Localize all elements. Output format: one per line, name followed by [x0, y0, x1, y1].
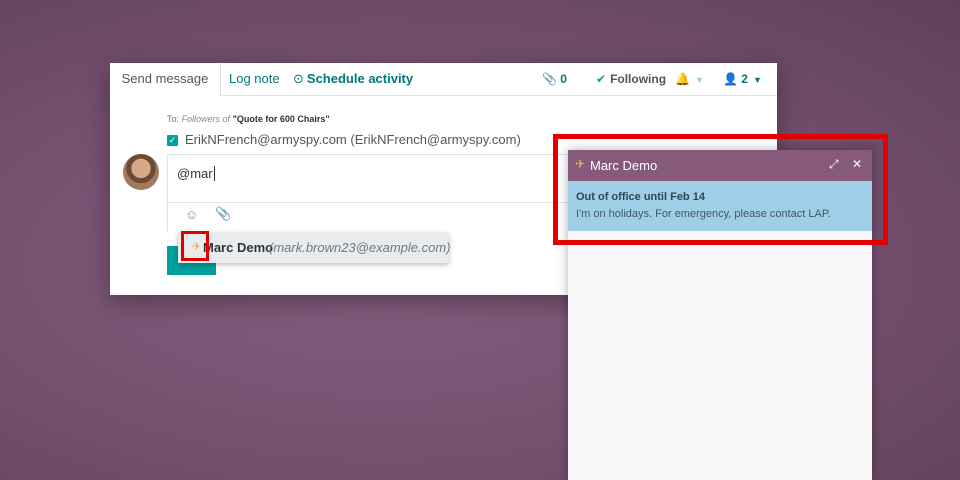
recipients-line: To: Followers of "Quote for 600 Chairs" [167, 114, 330, 124]
following-label: Following [610, 72, 667, 86]
to-prefix: To: [167, 114, 180, 124]
composer-text: @mar [177, 166, 213, 181]
recipient-label: ErikNFrench@armyspy.com (ErikNFrench@arm… [185, 132, 521, 147]
caret-down-icon: ▼ [694, 75, 704, 85]
recipient-checkbox[interactable]: ✓ [167, 135, 178, 146]
user-icon: 👤 [723, 72, 738, 86]
composer-toolbar: ☺ 📎 [168, 202, 598, 231]
recipient-row: ✓ ErikNFrench@armyspy.com (ErikNFrench@ar… [167, 132, 521, 147]
emoji-icon[interactable]: ☺ [185, 207, 198, 222]
highlight-box-banner [553, 134, 888, 245]
caret-down-icon: ▼ [752, 75, 762, 85]
bell-icon: 🔔 [675, 72, 690, 86]
notifications-dropdown[interactable]: 🔔 ▼ [675, 63, 704, 95]
message-composer[interactable]: @mar ☺ 📎 [167, 154, 598, 231]
avatar [123, 154, 159, 190]
mention-name: Marc Demo [203, 240, 274, 255]
tab-send-message[interactable]: Send message [110, 63, 221, 96]
check-icon: ✔ [596, 72, 607, 86]
tab-log-note[interactable]: Log note [229, 63, 280, 95]
attachments-count: 0 [560, 72, 567, 86]
schedule-activity-label: Schedule activity [306, 71, 414, 86]
tab-schedule-activity[interactable]: ⊙ Schedule activity [293, 63, 413, 95]
composer-input[interactable]: @mar [177, 166, 215, 181]
paperclip-icon: 📎 [542, 72, 557, 86]
chatter-tabs: Send message Log note ⊙ Schedule activity… [110, 63, 777, 96]
mention-suggestion[interactable]: ✈ Marc Demo (mark.brown23@example.com) [178, 232, 451, 263]
mention-email: (mark.brown23@example.com) [269, 240, 451, 255]
attachments-button[interactable]: 📎 0 [542, 63, 567, 95]
followers-of-label: Followers of [181, 114, 231, 124]
followers-dropdown[interactable]: 👤 2 ▼ [723, 63, 762, 95]
followers-count: 2 [741, 72, 748, 86]
following-button[interactable]: ✔ Following [596, 63, 666, 95]
text-cursor [213, 166, 215, 181]
document-name: "Quote for 600 Chairs" [232, 114, 330, 124]
highlight-box-icon [181, 231, 209, 261]
clock-icon: ⊙ [293, 71, 304, 86]
attachment-icon[interactable]: 📎 [215, 206, 231, 222]
